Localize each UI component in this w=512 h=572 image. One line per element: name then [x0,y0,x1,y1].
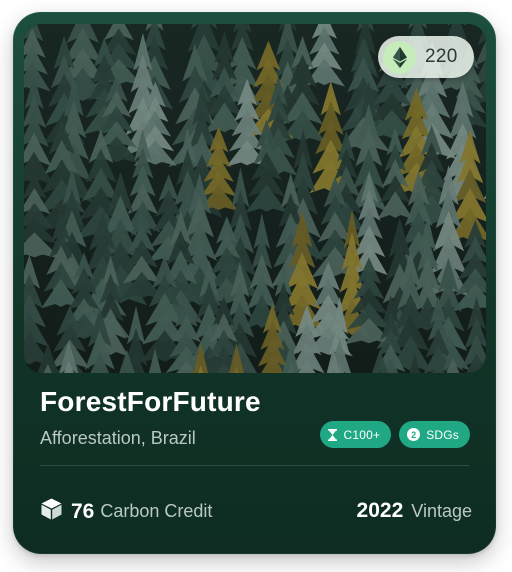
carbon-credit-card[interactable]: 220 ForestForFuture Afforestation, Brazi… [13,12,496,554]
sdgs-badge[interactable]: 2 SDGs [399,421,470,448]
ethereum-icon [383,40,416,74]
vintage-label: Vintage [411,501,472,521]
forest-image: 220 [24,24,486,373]
hourglass-icon [328,428,338,441]
vintage-year: 2022 [356,499,404,522]
price-tag: 220 [378,36,474,78]
project-location: Afforestation, Brazil [40,428,196,448]
number-badge-icon: 2 [407,428,421,441]
divider [40,465,469,466]
c100-badge[interactable]: C100+ [320,421,392,448]
vintage-stat: 2022 Vintage [357,499,472,523]
cube-icon [41,498,62,525]
credit-label: Carbon Credit [100,501,213,521]
sdgs-badge-label: SDGs [426,427,459,442]
badge-group: C100+ 2 SDGs [320,421,470,448]
sdgs-count: 2 [407,428,421,441]
carbon-credit-stat: 76 Carbon Credit [41,498,212,525]
project-title: ForestForFuture [40,386,261,417]
price-value: 220 [425,46,458,67]
c100-badge-label: C100+ [343,427,381,442]
credit-value: 76 [71,499,95,523]
